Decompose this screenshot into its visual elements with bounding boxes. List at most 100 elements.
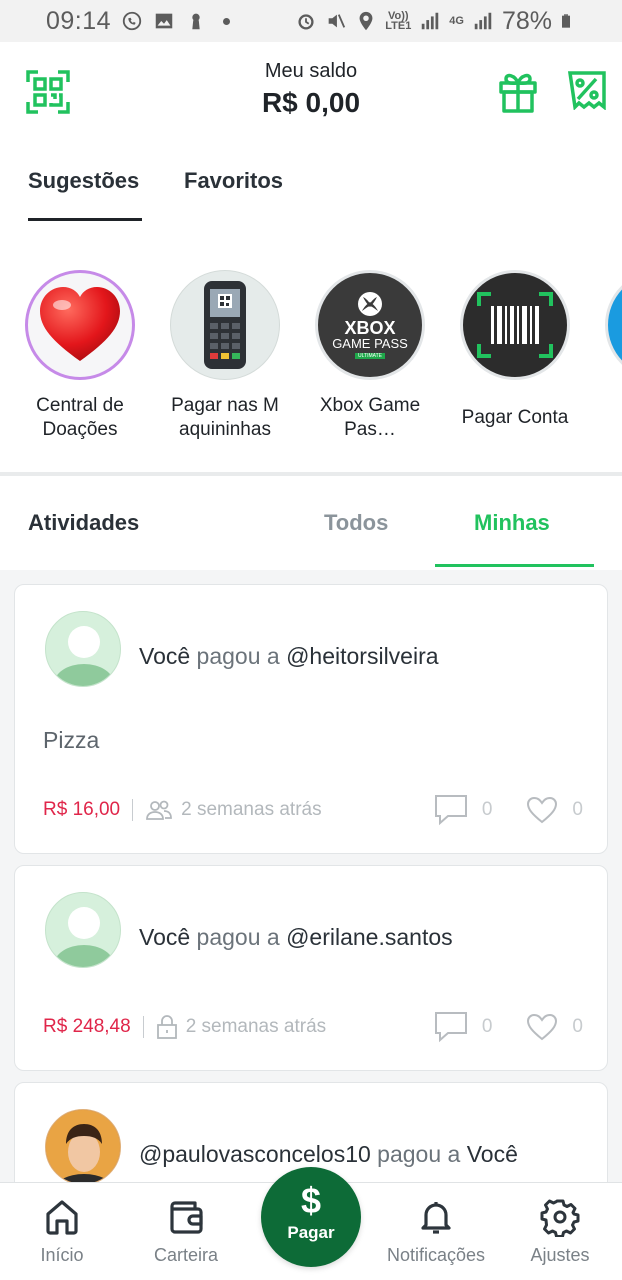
nav-notifications[interactable]: Notificações — [374, 1183, 498, 1280]
gallery-icon — [155, 13, 173, 29]
card-machine-icon — [170, 270, 280, 380]
nav-home[interactable]: Início — [0, 1183, 124, 1280]
suggestion-xbox[interactable]: XBOX GAME PASS ULTIMATE Xbox Game Pas… — [300, 270, 440, 442]
whatsapp-icon — [122, 11, 142, 31]
mute-icon — [328, 14, 346, 28]
feed-card[interactable]: Você pagou a @erilane.santos R$ 248,48 2… — [14, 865, 608, 1071]
status-bar: 09:14 Vo)) LTE1 4G 78% — [0, 0, 622, 42]
avatar[interactable] — [45, 1109, 121, 1185]
signal-icon-2 — [474, 12, 492, 30]
avatar[interactable] — [45, 611, 121, 687]
activity-feed[interactable]: Você pagou a @heitorsilveira Pizza R$ 16… — [0, 570, 622, 1222]
like-heart-icon[interactable] — [526, 796, 558, 824]
transaction-description: Pizza — [43, 727, 100, 753]
wallet-icon — [170, 1201, 203, 1234]
footer-divider — [142, 1016, 144, 1038]
activity-title: Atividades — [28, 510, 140, 535]
tab-mine[interactable]: Minhas — [474, 510, 550, 536]
location-icon — [359, 11, 373, 31]
transaction-amount: R$ 248,48 — [43, 1016, 131, 1037]
bell-icon — [421, 1202, 451, 1234]
people-icon — [146, 800, 173, 820]
suggestion-card-machines[interactable]: Pagar nas M aquininhas — [155, 270, 295, 442]
like-count: 0 — [572, 1016, 583, 1037]
section-divider — [0, 472, 622, 476]
tab-favorites[interactable]: Favoritos — [184, 168, 283, 194]
nav-wallet-label: Carteira — [153, 1245, 219, 1265]
volte-indicator: Vo)) LTE1 — [385, 10, 412, 32]
suggestion-pay-bill[interactable]: Pagar Conta — [445, 270, 585, 430]
actor-name[interactable]: @paulovasconcelos10 — [139, 1141, 371, 1167]
gamepass-logo-text: GAME PASS — [332, 336, 408, 351]
bottom-navigation: Início Carteira $ Pagar Notificações Aju… — [0, 1167, 622, 1280]
tab-active-indicator — [28, 218, 142, 221]
tab-suggestions[interactable]: Sugestões — [28, 168, 139, 194]
status-time: 09:14 — [46, 6, 112, 35]
tab-all[interactable]: Todos — [324, 510, 388, 536]
nav-settings[interactable]: Ajustes — [498, 1183, 622, 1280]
transaction-amount: R$ 16,00 — [43, 799, 121, 820]
footer-divider — [132, 799, 134, 821]
comment-count: 0 — [481, 799, 493, 820]
target-name[interactable]: @erilane.santos — [286, 924, 453, 950]
suggestions-carousel[interactable]: Central de Doações Pagar nas M aquininha… — [0, 270, 622, 460]
xbox-gamepass-icon: XBOX GAME PASS ULTIMATE — [315, 270, 425, 380]
nav-notifications-label: Notificações — [386, 1245, 486, 1265]
tab-mine-indicator — [435, 564, 594, 567]
app-header: Meu saldo R$ 0,00 — [0, 42, 622, 142]
keyhole-icon — [192, 13, 200, 30]
gear-icon — [540, 1199, 580, 1237]
card-footer: R$ 16,00 2 semanas atrás 0 0 — [43, 794, 583, 826]
feed-card[interactable]: Você pagou a @heitorsilveira Pizza R$ 16… — [14, 584, 608, 854]
transaction-text: Você pagou a @heitorsilveira — [139, 643, 439, 670]
transaction-text: Você pagou a @erilane.santos — [139, 924, 453, 951]
transaction-verb: pagou a — [196, 924, 280, 950]
more-notifications-dot — [223, 17, 231, 25]
gift-icon[interactable] — [498, 70, 538, 114]
activity-tabs: Atividades Todos Minhas — [0, 480, 622, 568]
target-name[interactable]: Você — [467, 1141, 518, 1167]
comment-icon[interactable] — [434, 1011, 468, 1043]
suggestion-label: Pagar Conta — [461, 407, 569, 428]
transaction-verb: pagou a — [377, 1141, 461, 1167]
signal-icon — [422, 12, 439, 30]
card-footer: R$ 248,48 2 semanas atrás 0 0 — [43, 1011, 583, 1043]
pay-label: Pagar — [287, 1223, 335, 1242]
barcode-icon — [460, 270, 570, 380]
xbox-logo-text: XBOX — [344, 318, 396, 338]
like-heart-icon[interactable] — [526, 1013, 558, 1041]
suggestion-partial[interactable] — [590, 270, 622, 380]
dollar-icon: $ — [300, 1180, 322, 1221]
like-count: 0 — [572, 799, 583, 820]
transaction-text: @paulovasconcelos10 pagou a Você — [139, 1141, 518, 1168]
heart-icon — [25, 270, 135, 380]
suggestion-donations[interactable]: Central de Doações — [10, 270, 150, 442]
battery-icon — [562, 14, 570, 28]
network-4g-indicator: 4G — [449, 15, 464, 27]
actor-name[interactable]: Você — [139, 924, 190, 950]
transaction-verb: pagou a — [196, 643, 280, 669]
target-name[interactable]: @heitorsilveira — [286, 643, 438, 669]
xbox-logo-icon — [358, 292, 382, 316]
suggestion-tabs: Sugestões Favoritos — [0, 150, 622, 221]
suggestion-label: Xbox Game Pas… — [319, 395, 421, 440]
battery-percent: 78% — [501, 6, 552, 35]
avatar[interactable] — [45, 892, 121, 968]
nav-wallet[interactable]: Carteira — [124, 1183, 248, 1280]
suggestion-label: Central de Doações — [36, 395, 124, 440]
transaction-time: 2 semanas atrás — [181, 799, 322, 820]
partial-suggestion-icon — [605, 270, 622, 380]
home-icon — [46, 1200, 78, 1235]
ultimate-badge: ULTIMATE — [355, 353, 385, 359]
comment-count: 0 — [481, 1016, 493, 1037]
lock-icon — [156, 1015, 177, 1039]
discount-coupon-icon[interactable] — [567, 70, 607, 110]
nav-home-label: Início — [40, 1245, 84, 1265]
suggestion-label: Pagar nas M aquininhas — [171, 395, 279, 440]
alarm-icon — [298, 14, 314, 30]
comment-icon[interactable] — [434, 794, 468, 826]
transaction-time: 2 semanas atrás — [185, 1016, 327, 1037]
nav-settings-label: Ajustes — [530, 1245, 590, 1265]
actor-name[interactable]: Você — [139, 643, 190, 669]
pay-button[interactable]: $ Pagar — [261, 1167, 361, 1267]
